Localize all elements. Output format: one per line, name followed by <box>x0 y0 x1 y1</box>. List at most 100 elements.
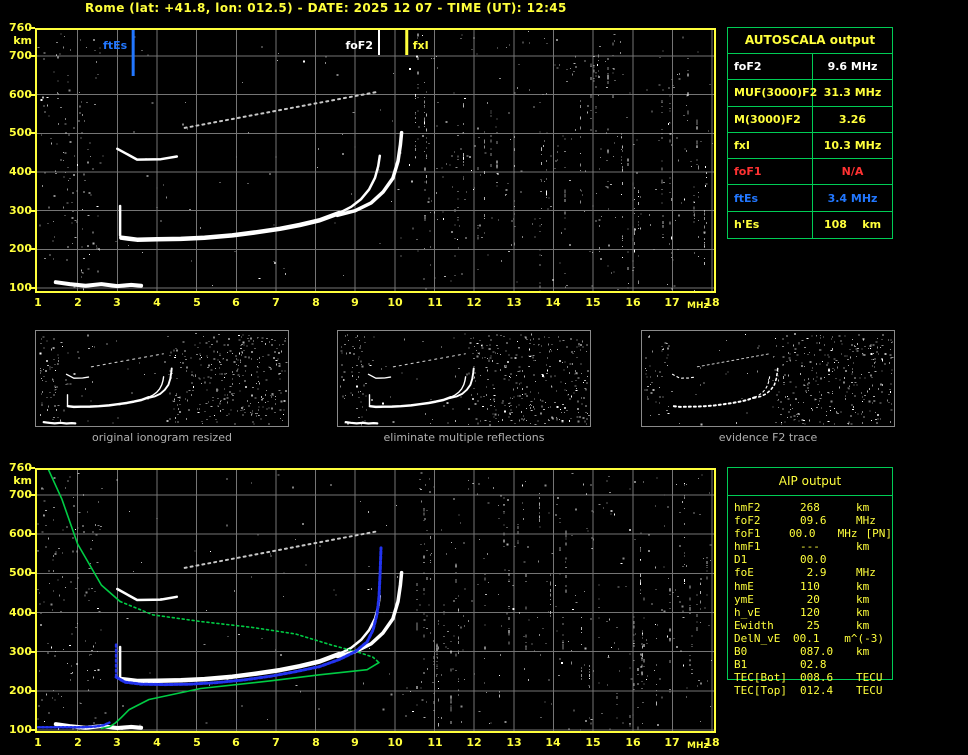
aip-output-table: AIP output hmF2 268 km foF2 09.6 MHz foF1 00.0 M… <box>727 467 893 697</box>
ionogram-top-plot: ftEs foF2 fxI <box>35 28 716 342</box>
axis-tick-mark <box>29 572 35 574</box>
aip-value-cell: 120 <box>800 605 820 619</box>
y-axis-tick-label: 400 <box>9 165 32 178</box>
panel-caption: eliminate multiple reflections <box>383 431 545 444</box>
y-axis-tick-label: 100 <box>9 723 32 736</box>
aip-param-cell: Ewidth <box>734 618 774 632</box>
y-axis-tick-label: 600 <box>9 88 32 101</box>
autoscala-table-body: foF2 9.6 MHz MUF(3000)F2 31.3 MHz M(3000)F2 3… <box>728 54 892 238</box>
x-axis-tick-label: 9 <box>351 736 359 749</box>
aip-unit-cell: MHz <box>837 527 858 541</box>
x-axis-tick-label: 9 <box>351 296 359 309</box>
ionogram-traces <box>36 467 404 730</box>
fxI-marker: fxI <box>405 29 429 55</box>
axis-tick-mark <box>29 533 35 535</box>
aip-unit-cell: MHz <box>856 514 876 528</box>
axis-tick-mark <box>29 210 35 212</box>
aip-unit-cell: km <box>856 540 870 554</box>
foF2-marker: foF2 <box>345 29 380 55</box>
aip-row: foF2 09.6 MHz <box>734 514 892 527</box>
aip-unit-cell: m^(-3) <box>844 631 884 645</box>
aip-value-cell: 012.4 <box>800 684 834 698</box>
x-axis-tick-label: 14 <box>545 296 561 309</box>
param-cell: foF1 <box>728 159 813 185</box>
x-axis-tick-label: 10 <box>387 736 403 749</box>
x-axis-tick-label: 16 <box>625 736 641 749</box>
aip-param-cell: D1 <box>734 553 748 567</box>
aip-row: Ewidth 25 km <box>734 619 892 632</box>
x-axis-tick-label: 6 <box>232 736 240 749</box>
aip-unit-cell: km <box>856 645 870 659</box>
x-axis-tick-label: 11 <box>427 296 443 309</box>
x-axis-tick-label: 12 <box>466 736 482 749</box>
value-cell: N/A <box>841 165 864 179</box>
y-axis-unit-label: km <box>13 474 32 487</box>
ionogram-traces <box>53 90 404 289</box>
aip-param-cell: hmE <box>734 579 754 593</box>
aip-value-cell: 09.6 <box>800 514 827 528</box>
x-axis-tick-label: 3 <box>113 296 121 309</box>
aip-row: B1 02.8 <box>734 658 892 671</box>
value-cell: 3.4 MHz <box>827 191 878 205</box>
ionogram-noise-dots <box>37 31 713 342</box>
aip-unit-cell: TECU <box>856 671 883 685</box>
aip-value-cell: 2.9 <box>800 566 827 580</box>
y-axis-tick-label: 400 <box>9 606 32 619</box>
aip-row: foF1 00.0 MHz [PN] <box>734 527 892 540</box>
axis-tick-mark <box>29 612 35 614</box>
table-row: MUF(3000)F2 31.3 MHz <box>728 80 892 107</box>
ftEs-marker: ftEs <box>103 29 135 76</box>
aip-unit-cell: km <box>856 579 870 593</box>
value-cell: 108 km <box>823 218 882 232</box>
axis-tick-mark <box>29 729 35 731</box>
table-row: foF1 N/A <box>728 159 892 186</box>
autoscala-output-table: AUTOSCALA output foF2 9.6 MHz MUF(3000)F2 3… <box>727 27 893 239</box>
aip-row: hmF1 --- km <box>734 540 892 553</box>
preview-panel-svg <box>340 333 590 426</box>
ionogram-bottom-plot-svg <box>35 467 716 755</box>
aip-value-cell: --- <box>800 540 820 554</box>
preview-panel <box>641 330 895 427</box>
axis-tick-mark <box>29 690 35 692</box>
y-axis-tick-label: 300 <box>9 204 32 217</box>
aip-param-cell: hmF1 <box>734 540 761 554</box>
aip-param-cell: B0 <box>734 645 748 659</box>
aip-param-cell: DelN_vE <box>734 631 781 645</box>
aip-row: h_vE 120 km <box>734 606 892 619</box>
x-axis-unit-label: MHz <box>687 741 709 751</box>
aip-unit-cell: MHz <box>856 566 876 580</box>
aip-unit-cell: km <box>856 605 870 619</box>
preview-panel-svg <box>644 333 894 426</box>
panel-traces <box>42 353 173 425</box>
table-row: foF2 9.6 MHz <box>728 54 892 81</box>
y-axis-tick-label: 500 <box>9 126 32 139</box>
y-axis-tick-label: 200 <box>9 242 32 255</box>
param-cell: M(3000)F2 <box>728 106 813 132</box>
ionogram-top-plot-svg: ftEs foF2 fxI <box>35 28 716 342</box>
ionogram-bottom-plot <box>35 467 716 755</box>
preview-panel <box>35 330 289 427</box>
aip-param-cell: h_vE <box>734 605 761 619</box>
aip-value-cell: 20 <box>800 592 820 606</box>
aip-value-cell: 00.0 <box>800 553 827 567</box>
aip-row: foE 2.9 MHz <box>734 566 892 579</box>
axis-tick-mark <box>29 287 35 289</box>
aip-param-cell: TEC[Top] <box>734 684 787 698</box>
aip-row: TEC[Bot] 008.6 TECU <box>734 671 892 684</box>
aip-value-cell: 110 <box>800 579 820 593</box>
x-axis-tick-label: 6 <box>232 296 240 309</box>
axis-tick-mark <box>29 494 35 496</box>
x-axis-tick-label: 2 <box>74 736 82 749</box>
panel-caption: evidence F2 trace <box>718 431 818 444</box>
aip-row: B0 087.0 km <box>734 645 892 658</box>
aip-value-cell: 02.8 <box>800 658 827 672</box>
axis-tick-mark <box>29 94 35 96</box>
x-axis-tick-label: 16 <box>625 296 641 309</box>
x-axis-tick-label: 15 <box>585 296 601 309</box>
x-axis-tick-label: 7 <box>272 736 280 749</box>
aip-value-cell: 25 <box>800 618 820 632</box>
x-axis-tick-label: 4 <box>153 736 161 749</box>
x-axis-tick-label: 5 <box>193 736 201 749</box>
aip-param-cell: foE <box>734 566 754 580</box>
aip-unit-cell: km <box>856 501 870 514</box>
